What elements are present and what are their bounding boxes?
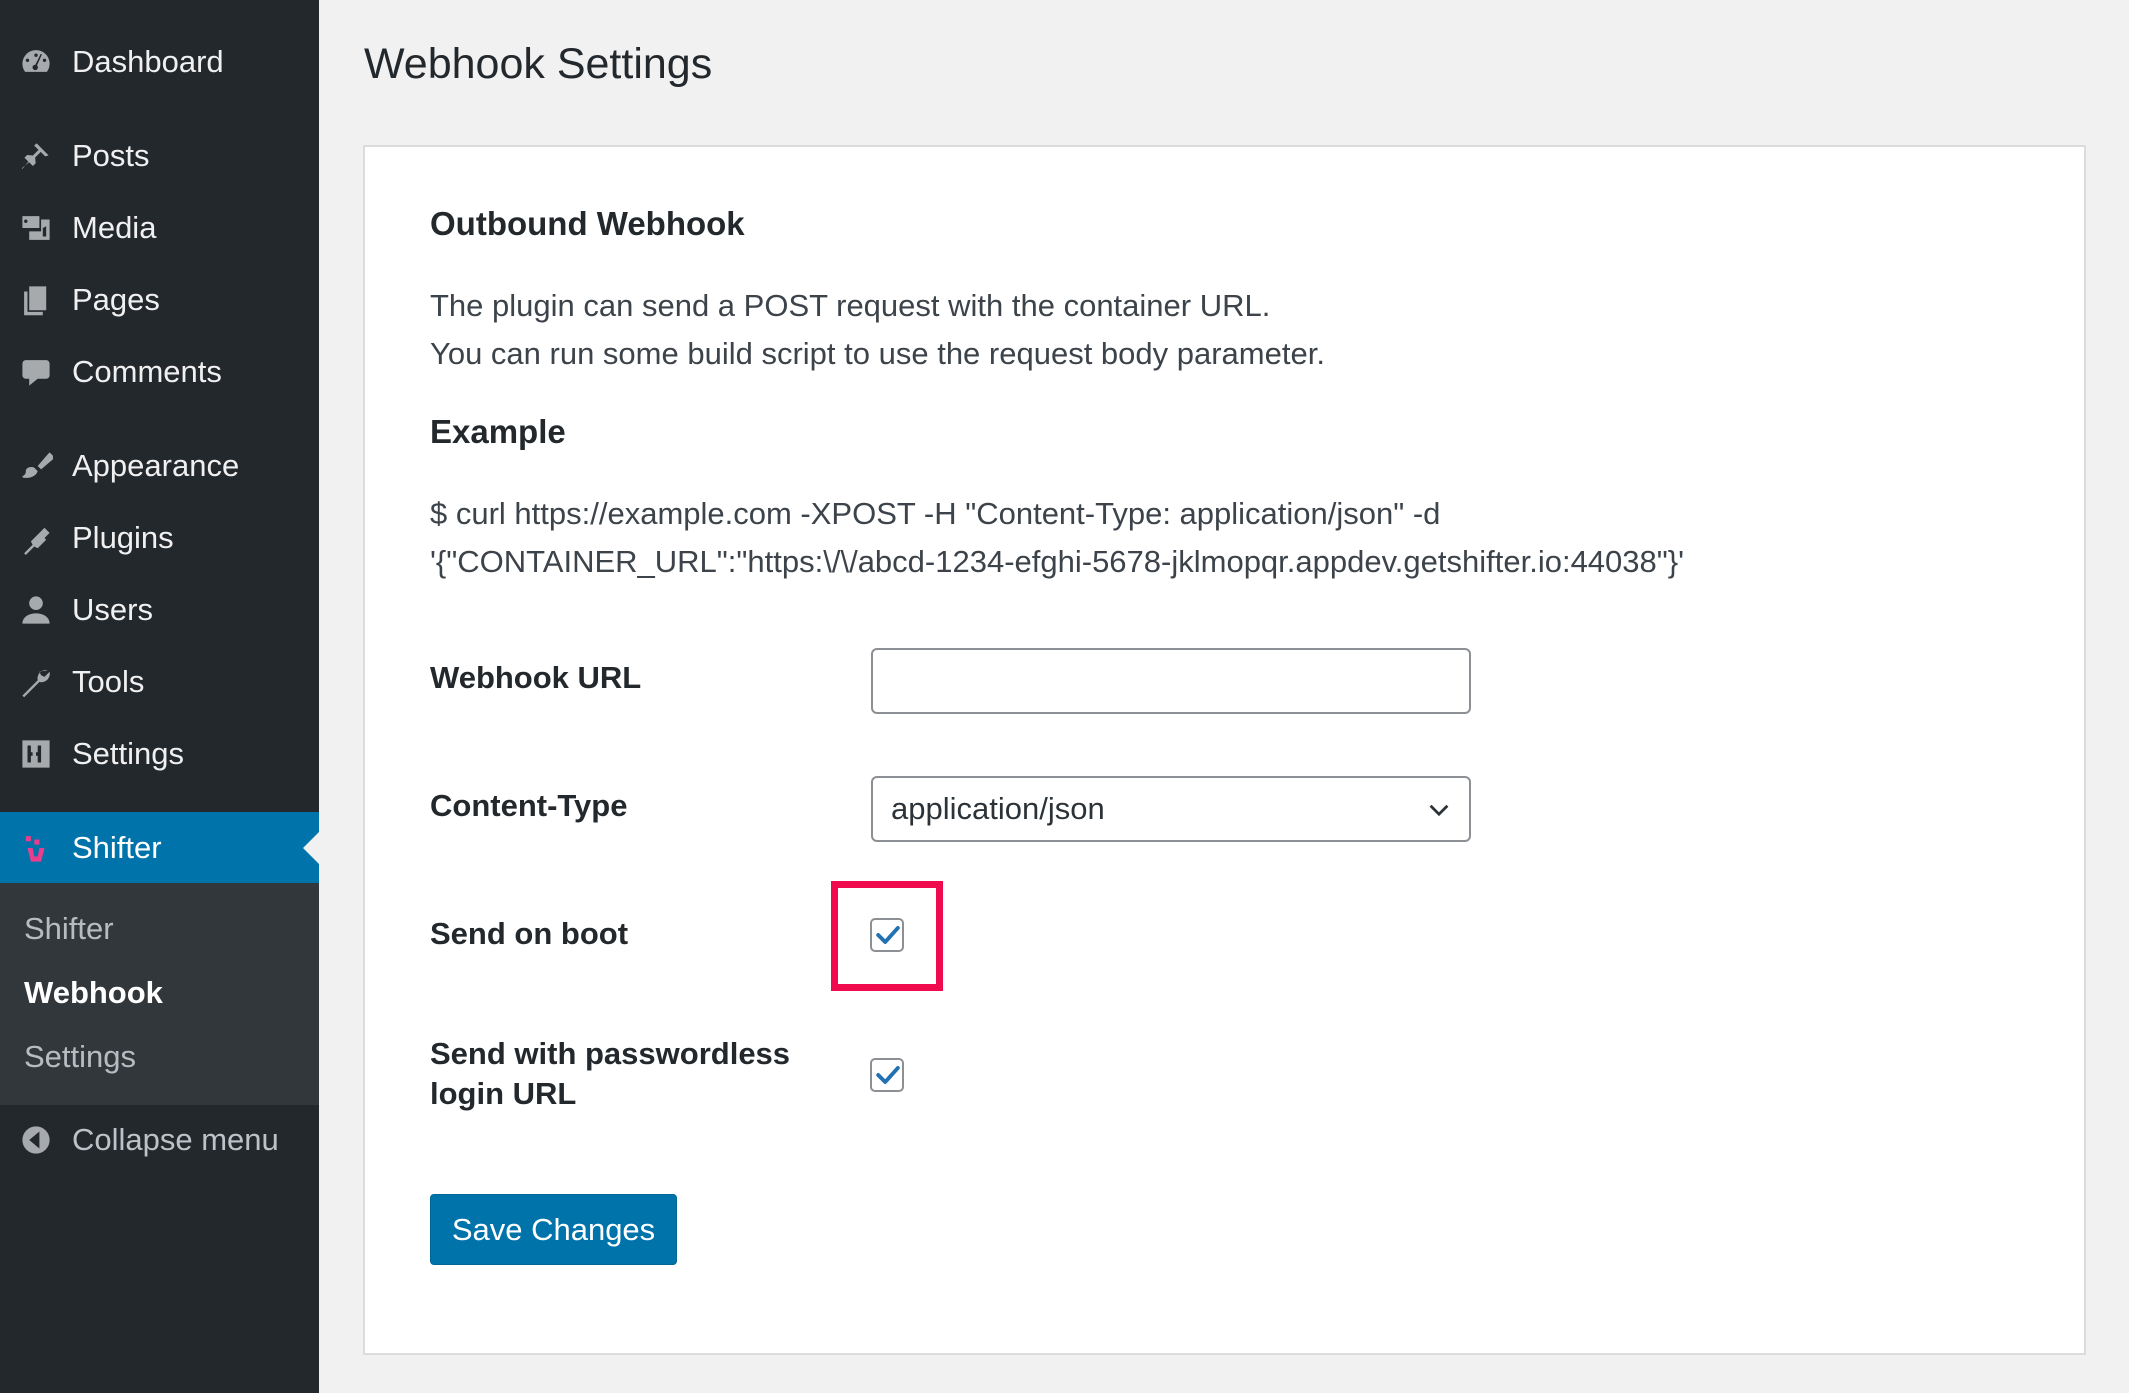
sidebar-item-comments[interactable]: Comments — [0, 343, 319, 401]
sidebar-item-label: Settings — [72, 736, 185, 771]
wp-admin-screen: Dashboard Posts Media Pages Comments App… — [0, 0, 2129, 1393]
admin-sidebar: Dashboard Posts Media Pages Comments App… — [0, 0, 319, 1393]
sidebar-item-pages[interactable]: Pages — [0, 271, 319, 329]
sidebar-item-label: Tools — [72, 664, 145, 699]
passwordless-checkbox[interactable] — [870, 1058, 904, 1092]
passwordless-label-line1: Send with passwordless — [430, 1036, 791, 1071]
example-code-line1: $ curl https://example.com -XPOST -H "Co… — [430, 496, 1441, 531]
content-type-select[interactable]: application/json — [871, 776, 1471, 842]
sidebar-item-dashboard[interactable]: Dashboard — [0, 33, 319, 91]
sidebar-item-users[interactable]: Users — [0, 581, 319, 639]
plugin-icon — [16, 518, 56, 558]
example-code: $ curl https://example.com -XPOST -H "Co… — [430, 490, 1684, 586]
passwordless-label: Send with passwordless login URL — [430, 1034, 790, 1114]
sidebar-item-media[interactable]: Media — [0, 199, 319, 257]
sidebar-item-label: Dashboard — [72, 44, 224, 79]
page-title: Webhook Settings — [364, 40, 713, 88]
highlight-annotation-box — [831, 881, 943, 991]
passwordless-label-line2: login URL — [430, 1076, 577, 1111]
sidebar-item-posts[interactable]: Posts — [0, 127, 319, 185]
shifter-submenu: Shifter Webhook Settings — [0, 883, 319, 1105]
content-type-selected-value: application/json — [891, 791, 1105, 826]
shifter-logo-icon — [16, 828, 56, 868]
outbound-description: The plugin can send a POST request with … — [430, 282, 1325, 378]
outbound-description-line1: The plugin can send a POST request with … — [430, 288, 1271, 323]
collapse-menu-button[interactable]: Collapse menu — [0, 1111, 319, 1169]
comment-icon — [16, 352, 56, 392]
sidebar-item-label: Comments — [72, 354, 222, 389]
sidebar-item-appearance[interactable]: Appearance — [0, 437, 319, 495]
sidebar-item-label: Users — [72, 592, 153, 627]
webhook-url-label: Webhook URL — [430, 660, 642, 695]
pushpin-icon — [16, 136, 56, 176]
sidebar-item-label: Media — [72, 210, 157, 245]
sidebar-item-tools[interactable]: Tools — [0, 653, 319, 711]
collapse-menu-label: Collapse menu — [72, 1122, 279, 1157]
sidebar-item-plugins[interactable]: Plugins — [0, 509, 319, 567]
collapse-arrow-icon — [16, 1120, 56, 1160]
chevron-down-icon — [1429, 804, 1449, 817]
checkmark-icon — [876, 1066, 900, 1084]
wrench-icon — [16, 662, 56, 702]
settings-icon — [16, 734, 56, 774]
pages-icon — [16, 280, 56, 320]
save-changes-button[interactable]: Save Changes — [430, 1194, 677, 1265]
sidebar-item-label: Posts — [72, 138, 150, 173]
sidebar-item-label: Pages — [72, 282, 160, 317]
example-code-line2: '{"CONTAINER_URL":"https:\/\/abcd-1234-e… — [430, 544, 1685, 579]
paintbrush-icon — [16, 446, 56, 486]
outbound-description-line2: You can run some build script to use the… — [430, 336, 1325, 371]
sidebar-item-label: Plugins — [72, 520, 174, 555]
sidebar-item-shifter[interactable]: Shifter — [0, 812, 319, 884]
submenu-item-shifter[interactable]: Shifter — [24, 911, 114, 947]
submenu-item-webhook[interactable]: Webhook — [24, 975, 163, 1011]
example-heading: Example — [430, 413, 566, 450]
webhook-url-input[interactable] — [871, 648, 1471, 714]
sidebar-item-label: Shifter — [72, 830, 162, 865]
submenu-item-settings[interactable]: Settings — [24, 1039, 136, 1075]
sidebar-item-settings[interactable]: Settings — [0, 725, 319, 783]
outbound-webhook-heading: Outbound Webhook — [430, 205, 745, 242]
sidebar-item-label: Appearance — [72, 448, 240, 483]
media-icon — [16, 208, 56, 248]
content-type-label: Content-Type — [430, 788, 628, 823]
user-icon — [16, 590, 56, 630]
dashboard-icon — [16, 42, 56, 82]
send-on-boot-label: Send on boot — [430, 916, 629, 951]
